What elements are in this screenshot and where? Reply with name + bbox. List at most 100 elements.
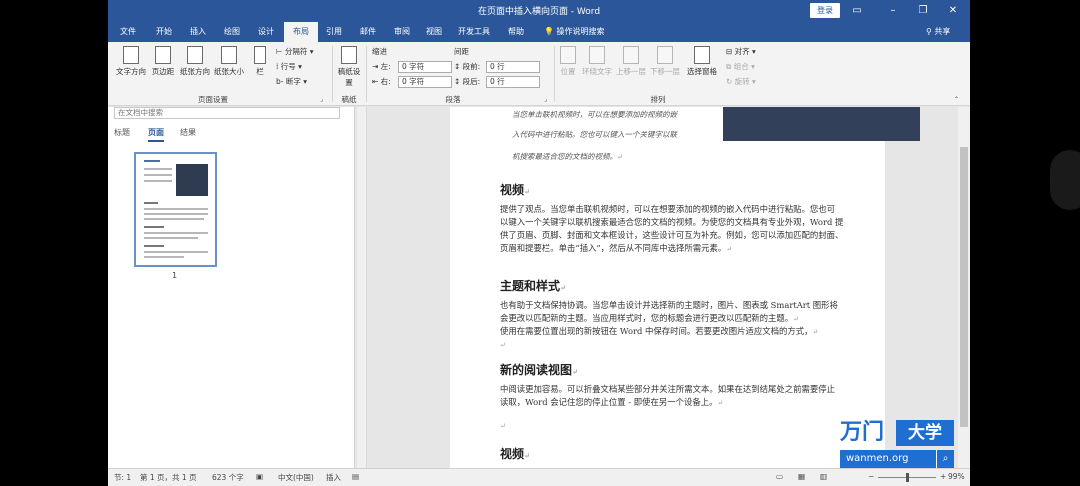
paragraph-line: 以键入一个关键字以联机搜索最适合您的文档的视频。为使您的文档具有专业外观，Wor… — [500, 217, 844, 227]
paragraph-mark: ↵ — [500, 341, 506, 349]
indent-right-input[interactable]: 0 字符 — [398, 76, 452, 88]
paragraph-line: 使用在需要位置出现的新按钮在 Word 中保存时间。若要更改图片适应文档的方式，… — [500, 325, 910, 339]
group-button[interactable]: ⧉ 组合 ▾ — [726, 61, 755, 73]
section-heading: 新的阅读视图↵ — [500, 361, 578, 378]
restore-button[interactable]: ❐ — [914, 2, 932, 20]
line-text: 读取，Word 会记住您的停止位置 - 即使在另一个设备上。 — [500, 397, 718, 407]
paragraph-launcher-icon[interactable]: ⌟ — [544, 94, 547, 106]
orientation-label: 纸张方向 — [180, 67, 210, 76]
zoom-slider-handle[interactable] — [906, 473, 909, 482]
text-direction-button[interactable]: 文字方向 — [114, 46, 148, 77]
line-text: 使用在需要位置出现的新按钮在 Word 中保存时间。若要更改图片适应文档的方式， — [500, 326, 813, 336]
bring-forward-label: 上移一层 — [616, 67, 646, 76]
macro-icon[interactable]: ▤ — [352, 472, 359, 481]
web-layout-icon[interactable]: ▥ — [820, 472, 827, 481]
send-backward-label: 下移一层 — [650, 67, 680, 76]
collapse-ribbon-icon[interactable]: ⌃ — [954, 94, 959, 106]
rotate-button[interactable]: ↻ 旋转 ▾ — [726, 76, 756, 88]
thumb-line — [144, 208, 208, 210]
hyphenation-label: 断字 — [285, 77, 301, 86]
indent-left-input[interactable]: 0 字符 — [398, 61, 452, 73]
paragraph-line: 供了页眉、页脚、封面和文本框设计，这些设计可互为补充。例如，您可以添加匹配的封面… — [500, 230, 844, 240]
page-setup-group-label: 页面设置 — [198, 95, 228, 104]
watermark-logo-row: 万门 大学 — [840, 418, 954, 448]
selection-pane-label: 选择窗格 — [687, 67, 717, 76]
tab-help[interactable]: 帮助 — [502, 22, 530, 42]
paragraph-mark: ↵ — [524, 451, 530, 460]
section-heading: 视频↵ — [500, 181, 530, 198]
selection-pane-button[interactable]: 选择窗格 — [684, 46, 720, 77]
align-button[interactable]: ⊟ 对齐 ▾ — [726, 46, 756, 58]
paragraph-mark: ↵ — [524, 187, 530, 196]
paragraph-line: ↵ — [500, 338, 910, 352]
tell-me-search[interactable]: 💡 操作说明搜索 — [544, 22, 605, 42]
align-label: 对齐 — [734, 47, 750, 56]
paragraph-line: 会更改以匹配新的主题。当应用样式时，您的标题会进行更改以匹配新的主题。↵ — [500, 312, 910, 326]
share-button[interactable]: ⚲ 共享 — [926, 22, 950, 42]
paragraph-mark: ↵ — [793, 315, 799, 323]
breaks-button[interactable]: ⊢ 分隔符 ▾ — [276, 46, 314, 58]
document-image[interactable] — [723, 107, 920, 141]
columns-button[interactable]: 栏 — [250, 46, 270, 77]
status-language[interactable]: 中文(中国) — [278, 472, 314, 483]
login-button[interactable]: 登录 — [810, 3, 840, 18]
zoom-in-button[interactable]: + — [940, 472, 946, 481]
tab-home[interactable]: 开始 — [150, 22, 178, 42]
tab-design[interactable]: 设计 — [252, 22, 280, 42]
wrap-text-button[interactable]: 环绕文字 — [580, 46, 614, 77]
spacing-after-label: ↕ 段后: — [454, 76, 480, 88]
status-section[interactable]: 节: 1 — [114, 472, 131, 483]
tab-draw[interactable]: 绘图 — [218, 22, 246, 42]
minimize-button[interactable]: – — [884, 2, 902, 20]
status-insert-mode[interactable]: 插入 — [326, 472, 341, 483]
breaks-icon: ⊢ — [276, 47, 285, 56]
tab-developer[interactable]: 开发工具 — [454, 22, 494, 42]
print-layout-icon[interactable]: ▦ — [798, 472, 805, 481]
nav-tab-results[interactable]: 结果 — [180, 127, 196, 138]
tab-references[interactable]: 引用 — [320, 22, 348, 42]
size-button[interactable]: 纸张大小 — [212, 46, 246, 77]
paragraph-line: 读取，Word 会记住您的停止位置 - 即使在另一个设备上。↵ — [500, 396, 910, 410]
bring-forward-icon — [623, 46, 639, 64]
ribbon-tabs: 文件 开始 插入 绘图 设计 布局 引用 邮件 审阅 视图 开发工具 帮助 💡 … — [108, 22, 970, 42]
ribbon-display-icon[interactable]: ▭ — [848, 2, 866, 20]
read-mode-icon[interactable]: ▭ — [776, 472, 783, 481]
nav-tab-headings[interactable]: 标题 — [114, 127, 130, 138]
tab-insert[interactable]: 插入 — [184, 22, 212, 42]
scrollbar-thumb[interactable] — [960, 147, 968, 427]
thumb-line — [144, 168, 172, 170]
paragraph-line: 中阅读更加容易。可以折叠文档某些部分并关注所需文本。如果在达到结尾处之前需要停止 — [500, 384, 835, 394]
line-numbers-button[interactable]: ⁞ 行号 ▾ — [276, 61, 302, 73]
manuscript-button[interactable]: 稿纸设置 — [336, 46, 362, 88]
hyphenation-button[interactable]: b- 断字 ▾ — [276, 76, 307, 88]
tab-view[interactable]: 视图 — [420, 22, 448, 42]
paragraph-mark: ↵ — [572, 367, 578, 376]
vertical-scrollbar[interactable] — [958, 107, 970, 468]
floating-button[interactable] — [1050, 150, 1080, 210]
thumb-line — [144, 256, 184, 258]
tab-layout[interactable]: 布局 — [284, 22, 318, 42]
size-label: 纸张大小 — [214, 67, 244, 76]
position-button[interactable]: 位置 — [556, 46, 580, 77]
status-words[interactable]: 623 个字 — [212, 472, 244, 483]
zoom-level[interactable]: 99% — [948, 472, 965, 481]
tab-mailings[interactable]: 邮件 — [354, 22, 382, 42]
nav-tab-pages[interactable]: 页面 — [148, 127, 164, 142]
ribbon-divider — [366, 46, 367, 102]
tab-review[interactable]: 审阅 — [388, 22, 416, 42]
margins-button[interactable]: 页边距 — [148, 46, 178, 77]
nav-search-input[interactable]: 在文档中搜索 — [114, 107, 340, 119]
close-button[interactable]: ✕ — [944, 2, 962, 20]
proofing-icon[interactable]: ▣ — [256, 472, 263, 481]
orientation-button[interactable]: 纸张方向 — [178, 46, 212, 77]
send-backward-button[interactable]: 下移一层 — [648, 46, 682, 77]
bring-forward-button[interactable]: 上移一层 — [614, 46, 648, 77]
tab-file[interactable]: 文件 — [114, 22, 142, 42]
spacing-before-input[interactable]: 0 行 — [486, 61, 540, 73]
document-page[interactable]: 当您单击联机视频时，可以在想要添加的视频的嵌 入代码中进行粘贴。您也可以键入一个… — [450, 107, 920, 468]
spacing-after-input[interactable]: 0 行 — [486, 76, 540, 88]
page-setup-launcher-icon[interactable]: ⌟ — [320, 94, 323, 106]
page-thumbnail[interactable] — [134, 152, 217, 267]
status-page[interactable]: 第 1 页，共 1 页 — [140, 472, 197, 483]
zoom-out-button[interactable]: − — [868, 472, 874, 481]
